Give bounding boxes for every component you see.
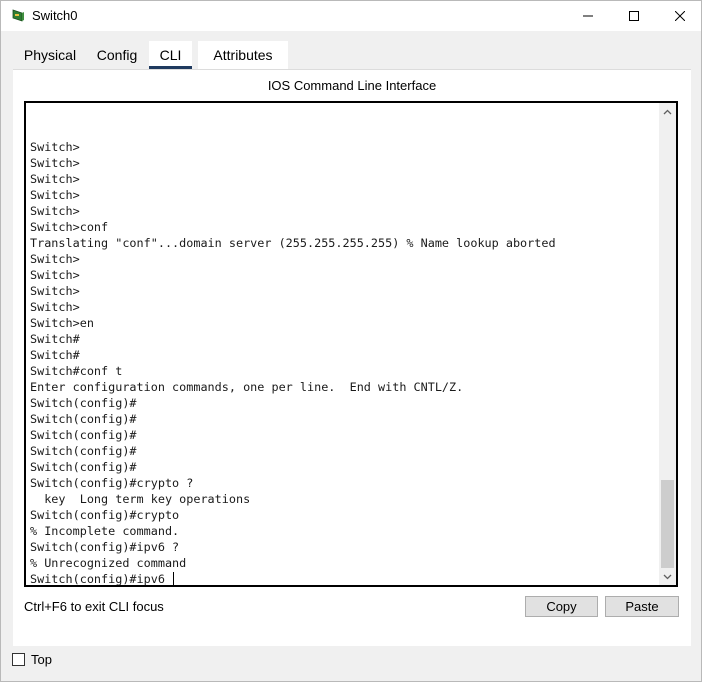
terminal-line: Switch(config)#ipv6 [30, 572, 175, 586]
terminal-line: Switch(config)# [30, 412, 137, 426]
title-bar[interactable]: Switch0 [1, 1, 701, 31]
close-button[interactable] [657, 1, 702, 31]
terminal-line: Switch(config)# [30, 444, 137, 458]
tab-attributes[interactable]: Attributes [198, 41, 288, 69]
tab-label: CLI [159, 47, 182, 63]
chevron-up-icon [663, 107, 672, 117]
top-checkbox-label: Top [31, 652, 52, 667]
terminal-line: % Incomplete command. [30, 524, 180, 538]
scroll-down-button[interactable] [659, 568, 676, 585]
terminal-line: Switch(config)# [30, 396, 137, 410]
terminal-scrollbar[interactable] [659, 103, 676, 585]
terminal-line: Switch> [30, 172, 80, 186]
copy-button[interactable]: Copy [525, 596, 598, 617]
terminal-line: Switch> [30, 252, 80, 266]
window-title: Switch0 [32, 8, 78, 23]
scroll-thumb[interactable] [661, 480, 674, 568]
tab-label: Config [96, 47, 138, 63]
cli-terminal[interactable]: Switch> Switch> Switch> Switch> Switch> Switc… [24, 101, 678, 587]
terminal-line: Translating "conf"...domain server (255.… [30, 236, 556, 250]
terminal-line: Switch(config)# [30, 460, 137, 474]
close-icon [674, 8, 686, 24]
tab-physical[interactable]: Physical [13, 41, 87, 69]
text-cursor [173, 572, 175, 585]
terminal-line: Switch> [30, 284, 80, 298]
terminal-line: Switch(config)#crypto ? [30, 476, 194, 490]
terminal-line: Switch> [30, 156, 80, 170]
terminal-line: Switch#conf t [30, 364, 123, 378]
tab-cli[interactable]: CLI [149, 41, 192, 69]
minimize-icon [583, 8, 593, 24]
terminal-line: Switch(config)#crypto [30, 508, 180, 522]
cli-focus-hint: Ctrl+F6 to exit CLI focus [24, 599, 164, 614]
terminal-output: Switch> Switch> Switch> Switch> Switch> Switc… [30, 139, 556, 586]
terminal-line: Switch> [30, 140, 80, 154]
terminal-line: Switch# [30, 348, 80, 362]
scroll-up-button[interactable] [659, 103, 676, 120]
terminal-line: Enter configuration commands, one per li… [30, 380, 464, 394]
terminal-line: Switch> [30, 268, 80, 282]
terminal-line: Switch> [30, 204, 80, 218]
tab-label: Attributes [213, 47, 273, 63]
tab-bar: Physical Config CLI Attributes [13, 41, 693, 69]
terminal-line: % Unrecognized command [30, 556, 187, 570]
tab-config[interactable]: Config [91, 41, 143, 69]
maximize-button[interactable] [611, 1, 657, 31]
cli-panel: IOS Command Line Interface Switch> Switch… [13, 69, 691, 646]
chevron-down-icon [663, 572, 672, 582]
terminal-line: Switch(config)# [30, 428, 137, 442]
terminal-line: Switch# [30, 332, 80, 346]
terminal-line: Switch> [30, 300, 80, 314]
terminal-line: Switch>en [30, 316, 94, 330]
maximize-icon [629, 8, 639, 24]
paste-button[interactable]: Paste [605, 596, 679, 617]
panel-title: IOS Command Line Interface [267, 78, 437, 93]
switch-device-icon [10, 8, 26, 24]
tab-label: Physical [23, 47, 77, 63]
terminal-line: Switch> [30, 188, 80, 202]
minimize-button[interactable] [565, 1, 611, 31]
switch0-window: Switch0 Physical Config CLI Attributes I… [0, 0, 702, 682]
terminal-line: key Long term key operations [30, 492, 251, 506]
terminal-line: Switch(config)#ipv6 ? [30, 540, 180, 554]
top-checkbox[interactable] [12, 653, 25, 666]
terminal-line: Switch>conf [30, 220, 109, 234]
